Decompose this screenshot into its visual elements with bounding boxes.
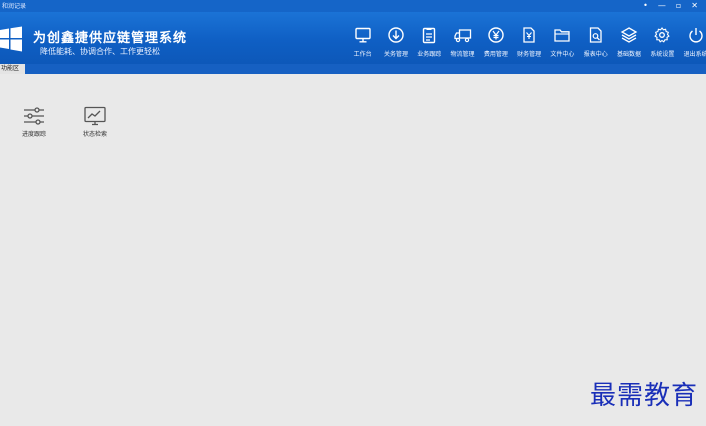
yen-icon: [488, 27, 504, 43]
nav-tracking[interactable]: 业务跟踪: [413, 26, 446, 58]
nav-label: 系统设置: [650, 51, 675, 58]
nav-files[interactable]: 文件中心: [546, 26, 579, 58]
nav-reports[interactable]: 报表中心: [579, 26, 612, 58]
main-nav: 工作台 关务管理 业务跟踪 物流管理 费用管理 财务管理 文件中心 报表中心 基…: [346, 26, 706, 58]
nav-label: 费用管理: [483, 51, 508, 58]
clipboard-icon: [423, 27, 436, 44]
truck-icon: [453, 29, 471, 43]
nav-label: 退出系统: [683, 51, 706, 58]
workspace: 进度跟踪 状态检索 最需教育: [0, 74, 706, 426]
nav-label: 报表中心: [583, 51, 608, 58]
folder-icon: [554, 29, 571, 42]
app-subtitle: 降低能耗、协调合作、工作更轻松: [40, 47, 160, 56]
nav-basedata[interactable]: 基础数据: [612, 26, 645, 58]
nav-label: 基础数据: [617, 51, 642, 58]
report-search-icon: [589, 27, 602, 43]
window-controls: • — ▫ ✕: [643, 1, 698, 11]
pin-button[interactable]: •: [643, 1, 648, 11]
watermark: 最需教育: [589, 381, 698, 411]
app-title: 为创鑫捷供应链管理系统: [33, 31, 188, 46]
nav-label: 文件中心: [550, 51, 575, 58]
layers-icon: [620, 27, 638, 43]
nav-customs[interactable]: 关务管理: [379, 26, 412, 58]
nav-label: 关务管理: [383, 51, 408, 58]
gear-icon: [654, 27, 671, 43]
tab-function-area[interactable]: 功能区: [0, 64, 25, 74]
nav-label: 业务跟踪: [417, 51, 442, 58]
nav-finance[interactable]: 财务管理: [512, 26, 545, 58]
tile-status-search[interactable]: 状态检索: [75, 106, 115, 138]
close-button[interactable]: ✕: [691, 1, 698, 11]
nav-expenses[interactable]: 费用管理: [479, 26, 512, 58]
app-header: 为创鑫捷供应链管理系统 降低能耗、协调合作、工作更轻松 工作台 关务管理 业务跟…: [0, 12, 706, 64]
download-circle-icon: [388, 27, 404, 43]
maximize-button[interactable]: ▫: [676, 1, 681, 11]
minimize-button[interactable]: —: [658, 1, 666, 11]
nav-logistics[interactable]: 物流管理: [446, 26, 479, 58]
sliders-icon: [24, 107, 44, 125]
window-titlebar: 和润记录 • — ▫ ✕: [0, 0, 706, 12]
nav-settings[interactable]: 系统设置: [646, 26, 679, 58]
nav-label: 物流管理: [450, 51, 475, 58]
tab-bar: 功能区: [0, 64, 706, 74]
chart-monitor-icon: [84, 106, 106, 126]
tile-progress-tracking[interactable]: 进度跟踪: [14, 106, 54, 138]
finance-doc-icon: [523, 27, 535, 43]
nav-workbench[interactable]: 工作台: [346, 26, 379, 58]
monitor-icon: [354, 27, 371, 43]
window-title: 和润记录: [2, 3, 27, 10]
tile-label: 状态检索: [82, 131, 107, 138]
nav-logout[interactable]: 退出系统: [679, 26, 706, 58]
windows-logo-icon: [0, 26, 22, 52]
nav-label: 工作台: [353, 51, 372, 58]
nav-label: 财务管理: [517, 51, 542, 58]
power-icon: [688, 28, 703, 43]
tile-label: 进度跟踪: [21, 131, 46, 138]
